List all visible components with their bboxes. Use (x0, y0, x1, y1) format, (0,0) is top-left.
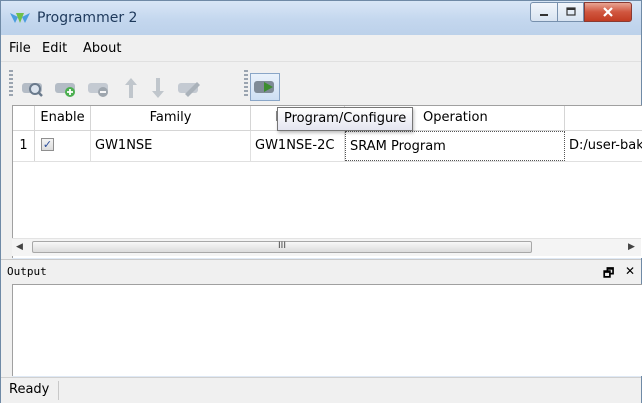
output-panel[interactable] (12, 284, 642, 376)
title-bar[interactable]: Programmer 2 (1, 1, 641, 35)
scroll-right-icon[interactable]: ▶ (628, 242, 635, 252)
window-title: Programmer 2 (37, 10, 138, 26)
device-cell[interactable]: GW1NSE-2C (251, 131, 345, 161)
edit-config-icon[interactable] (177, 76, 200, 98)
minimize-button[interactable] (530, 2, 558, 22)
header-file[interactable] (565, 106, 642, 130)
status-separator (58, 381, 59, 400)
output-panel-header: Output 🗗 ✕ (1, 259, 641, 284)
menu-file[interactable]: File (9, 41, 31, 56)
remove-device-icon[interactable] (87, 76, 109, 98)
close-icon (603, 7, 613, 17)
program-configure-tooltip: Program/Configure (277, 107, 414, 131)
operation-cell[interactable]: SRAM Program (345, 131, 565, 161)
scroll-left-icon[interactable]: ◀ (16, 242, 23, 252)
header-enable[interactable]: Enable (35, 106, 91, 130)
horizontal-scrollbar[interactable]: ◀ III ▶ (12, 238, 641, 256)
programmer-window: Programmer 2 File Edit About Enable Fami… (0, 0, 642, 403)
menu-edit[interactable]: Edit (42, 41, 67, 56)
maximize-icon (565, 7, 576, 16)
header-rownum (13, 106, 35, 130)
close-panel-icon[interactable]: ✕ (625, 264, 635, 278)
output-title: Output (7, 265, 47, 278)
float-panel-icon[interactable]: 🗗 (603, 264, 614, 285)
scrollbar-thumb[interactable]: III (32, 241, 532, 253)
toolbar-separator (244, 70, 248, 98)
table-row[interactable]: GW1NSE GW1NSE-2C SRAM Program D:/user-ba… (13, 131, 642, 162)
program-configure-icon (254, 81, 274, 93)
menu-about[interactable]: About (83, 41, 121, 56)
header-family[interactable]: Family (91, 106, 251, 130)
close-button[interactable] (584, 2, 632, 22)
file-cell[interactable]: D:/user-bak (565, 131, 642, 161)
program-configure-button[interactable] (250, 73, 280, 101)
move-up-icon[interactable] (120, 76, 142, 98)
menu-bar: File Edit About (1, 35, 641, 61)
family-cell[interactable]: GW1NSE (91, 131, 251, 161)
toolbar (1, 61, 641, 106)
enable-checkbox[interactable]: ✓ (41, 138, 54, 151)
move-down-icon[interactable] (147, 76, 169, 98)
maximize-button[interactable] (557, 2, 584, 22)
status-bar: Ready (1, 377, 641, 403)
add-device-icon[interactable] (54, 76, 76, 98)
status-text: Ready (9, 382, 50, 397)
toolbar-grip[interactable] (9, 70, 13, 98)
scan-device-icon[interactable] (21, 76, 43, 98)
gowin-logo-icon (10, 13, 30, 23)
left-gutter (1, 105, 12, 377)
minimize-icon (540, 14, 548, 16)
